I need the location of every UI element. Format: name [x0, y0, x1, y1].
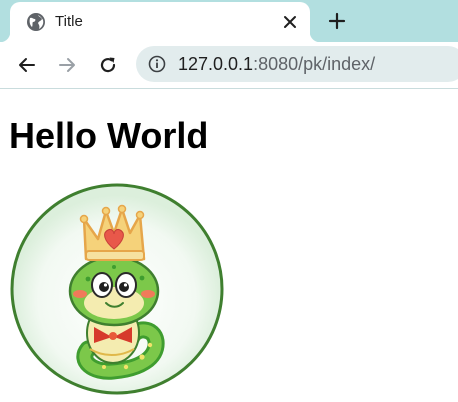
plus-icon	[328, 12, 346, 30]
info-icon[interactable]	[148, 55, 166, 73]
address-bar[interactable]: 127.0.0.1:8080/pk/index/	[136, 46, 458, 82]
back-button[interactable]	[13, 51, 41, 79]
globe-icon	[27, 13, 45, 31]
forward-button[interactable]	[53, 51, 81, 79]
page-content: Hello World	[0, 89, 458, 402]
arrow-left-icon	[19, 58, 35, 72]
snake-king-logo	[10, 183, 224, 395]
reload-button[interactable]	[94, 51, 122, 79]
url-host: 127.0.0.1	[178, 54, 254, 74]
tab-title: Title	[55, 13, 83, 30]
browser-tab[interactable]: Title	[0, 2, 320, 42]
url-path: :8080/pk/index/	[253, 54, 376, 74]
browser-toolbar: 127.0.0.1:8080/pk/index/	[0, 42, 458, 89]
tab-strip: Title	[0, 0, 458, 42]
new-tab-button[interactable]	[324, 8, 350, 34]
page-heading: Hello World	[9, 115, 209, 156]
url-text[interactable]: 127.0.0.1:8080/pk/index/	[178, 54, 375, 75]
reload-icon	[100, 57, 116, 73]
arrow-right-icon	[59, 58, 75, 72]
close-tab-button[interactable]	[278, 10, 302, 34]
close-icon	[284, 16, 296, 28]
